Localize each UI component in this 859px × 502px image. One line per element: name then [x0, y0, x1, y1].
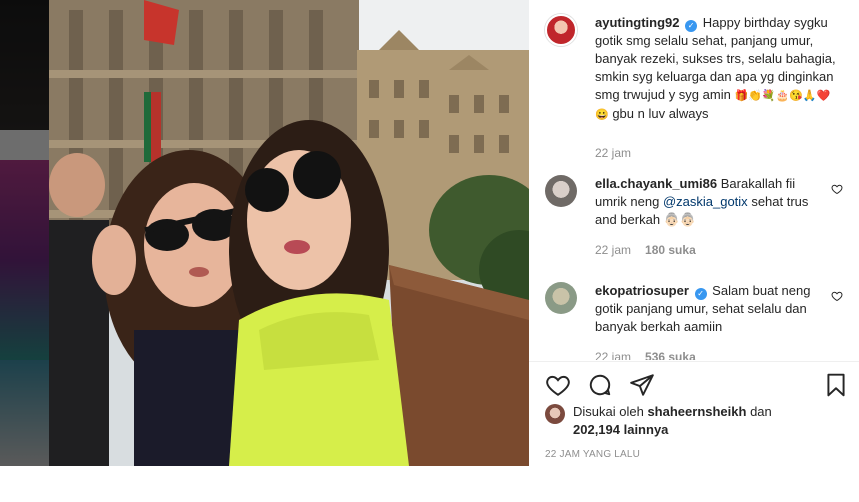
comment-item: ekopatriosuper ✓ Salam buat neng gotik p…	[545, 282, 843, 360]
comment-time[interactable]: 22 jam	[595, 241, 631, 259]
likes-summary: Disukai oleh shaheernsheikh dan 202,194 …	[545, 403, 772, 439]
action-bar	[529, 361, 859, 397]
comment-like-heart-icon[interactable]	[831, 183, 843, 195]
caption: ayutingting92 ✓ Happy birthday sygku got…	[545, 14, 843, 162]
comment-bubble-icon[interactable]	[587, 372, 613, 398]
liker-avatar[interactable]	[545, 404, 565, 424]
heart-icon[interactable]	[545, 372, 571, 398]
commenter-username[interactable]: ella.chayank_umi86	[595, 176, 717, 191]
comment-like-heart-icon[interactable]	[831, 290, 843, 302]
commenter-username[interactable]: ekopatriosuper	[595, 283, 689, 298]
caption-time[interactable]: 22 jam	[595, 144, 631, 162]
post-photo	[49, 0, 529, 466]
bookmark-icon[interactable]	[823, 372, 849, 398]
verified-badge-icon: ✓	[685, 20, 698, 32]
author-avatar[interactable]	[545, 14, 577, 46]
comment-item: ella.chayank_umi86 Barakallah fii umrik …	[545, 175, 843, 259]
commenter-avatar[interactable]	[545, 175, 577, 207]
comments-scroll-area[interactable]: ayutingting92 ✓ Happy birthday sygku got…	[529, 0, 859, 360]
comment-likes[interactable]: 536 suka	[645, 348, 696, 360]
mention-link[interactable]: @zaskia_gotix	[663, 194, 748, 209]
verified-badge-icon: ✓	[694, 288, 707, 300]
liker-username[interactable]: shaheernsheikh	[647, 404, 746, 419]
modal-overlay[interactable]	[0, 0, 49, 466]
paper-plane-icon[interactable]	[629, 372, 655, 398]
likes-prefix: Disukai oleh	[573, 404, 644, 419]
post-timestamp[interactable]: 22 JAM YANG LALU	[545, 449, 640, 460]
likes-count[interactable]: 202,194 lainnya	[573, 422, 668, 437]
caption-tail: gbu n luv always	[612, 106, 709, 121]
comment-time[interactable]: 22 jam	[595, 348, 631, 360]
likes-conj: dan	[750, 404, 772, 419]
commenter-avatar[interactable]	[545, 282, 577, 314]
author-username[interactable]: ayutingting92	[595, 15, 680, 30]
post-details-panel: ayutingting92 ✓ Happy birthday sygku got…	[529, 0, 859, 502]
comment-likes[interactable]: 180 suka	[645, 241, 696, 259]
